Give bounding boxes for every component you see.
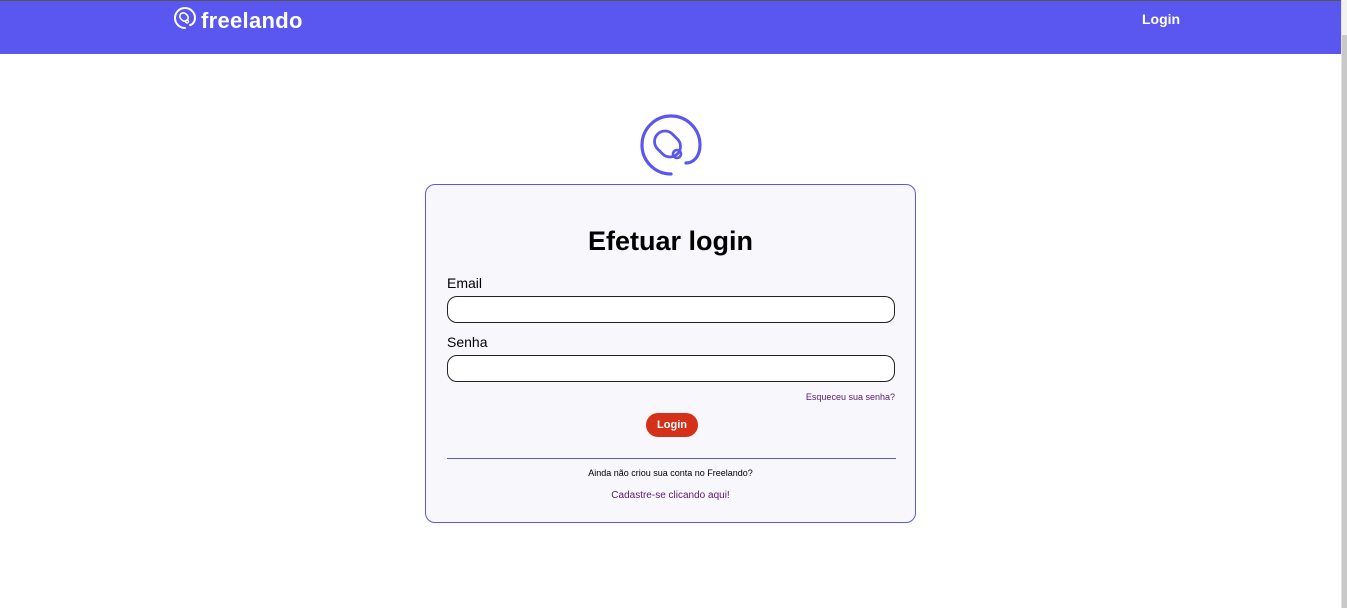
- divider: [447, 458, 896, 459]
- password-field[interactable]: [447, 355, 895, 382]
- vertical-scrollbar[interactable]: [1341, 0, 1347, 608]
- header-login-link[interactable]: Login: [1142, 11, 1180, 27]
- signup-link[interactable]: Cadastre-se clicando aqui!: [426, 489, 915, 502]
- login-button[interactable]: Login: [646, 413, 698, 437]
- login-card: Efetuar login Email Senha Esqueceu sua s…: [425, 184, 916, 523]
- email-label: Email: [447, 275, 483, 291]
- forgot-password-link[interactable]: Esqueceu sua senha?: [806, 392, 895, 403]
- freelando-logo-icon: [173, 6, 197, 35]
- brand-name: freelando: [201, 7, 303, 33]
- top-navbar: freelando Login: [0, 1, 1343, 54]
- no-account-text: Ainda não criou sua conta no Freelando?: [588, 468, 753, 478]
- password-label: Senha: [447, 334, 488, 350]
- freelando-logo-icon: [638, 113, 704, 179]
- brand-logo-link[interactable]: freelando: [173, 6, 303, 35]
- email-field[interactable]: [447, 296, 895, 323]
- login-page: freelando Login Efetuar login Email Senh…: [0, 0, 1347, 608]
- page-title: Efetuar login: [587, 226, 753, 256]
- scrollbar-thumb[interactable]: [1342, 35, 1347, 608]
